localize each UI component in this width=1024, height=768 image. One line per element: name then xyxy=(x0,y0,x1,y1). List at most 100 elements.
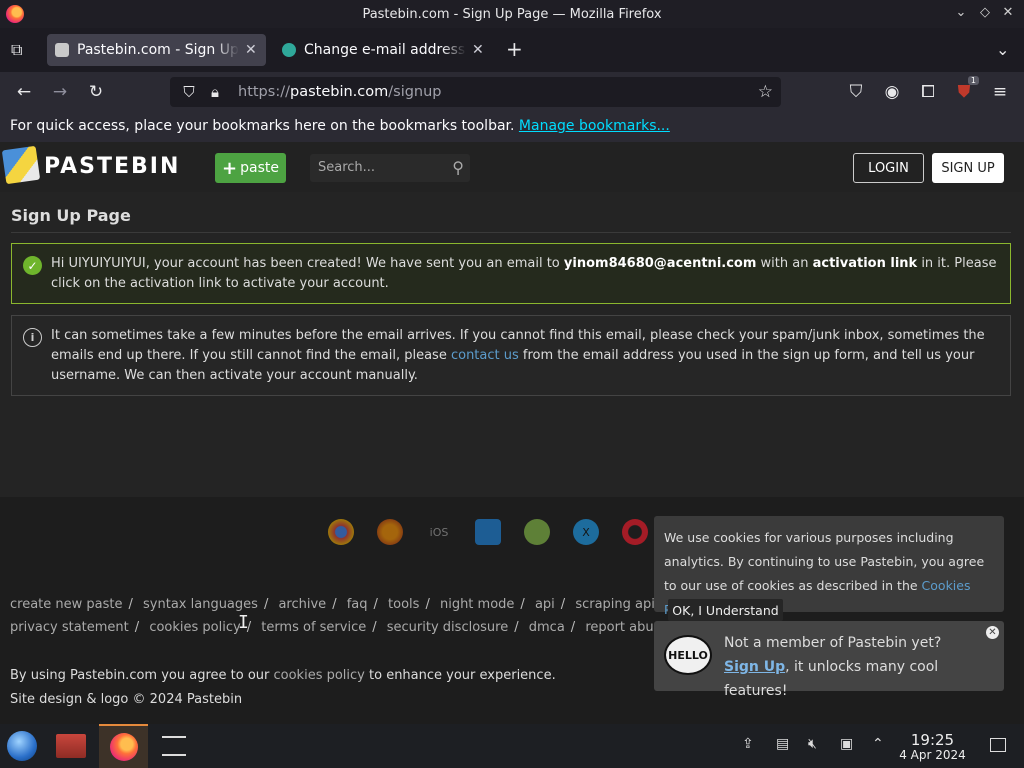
mixer-taskbar-button[interactable] xyxy=(152,728,196,764)
shield-icon[interactable]: ⛉ xyxy=(180,83,198,101)
android-icon[interactable] xyxy=(524,519,550,545)
cookie-consent-text: By using Pastebin.com you agree to our c… xyxy=(10,668,556,683)
footer-link-api[interactable]: api xyxy=(535,597,555,612)
reload-icon[interactable]: ↻ xyxy=(84,82,108,102)
menu-icon[interactable]: ≡ xyxy=(988,82,1012,102)
tab-change-email[interactable]: Change e-mail address - ✕ xyxy=(274,34,492,66)
footer-link-scraping-api[interactable]: scraping api xyxy=(575,597,655,612)
account-icon[interactable]: ◉ xyxy=(880,82,904,102)
pastebin-favicon-icon xyxy=(55,43,69,57)
url-bar[interactable]: ⛉ 🔒︎ https://pastebin.com/signup ☆ xyxy=(170,77,781,107)
close-popup-icon[interactable]: ✕ xyxy=(986,626,999,639)
new-paste-button[interactable]: + paste xyxy=(215,153,286,183)
firefox-icon xyxy=(109,733,138,761)
info-notice: i It can sometimes take a few minutes be… xyxy=(11,315,1011,396)
chrome-icon[interactable] xyxy=(328,519,354,545)
new-tab-icon[interactable]: + xyxy=(506,37,523,61)
ublock-icon[interactable]: ⛊ 1 xyxy=(952,76,979,102)
volume-muted-icon[interactable]: 🔇︎ xyxy=(808,736,817,752)
close-tab-icon[interactable]: ✕ xyxy=(472,42,484,58)
file-manager-button[interactable] xyxy=(49,728,93,764)
url-text[interactable]: https://pastebin.com/signup xyxy=(238,84,442,100)
clipboard-icon[interactable]: ▤ xyxy=(776,736,789,752)
start-orb-icon xyxy=(7,731,37,761)
tab-label: Change e-mail address - xyxy=(304,42,466,58)
footer-link-archive[interactable]: archive xyxy=(278,597,326,612)
cookie-banner: We use cookies for various purposes incl… xyxy=(654,516,1004,617)
pastebin-logo-icon[interactable] xyxy=(1,145,41,185)
web-page: PASTEBIN + paste Search... ⚲ LOGIN SIGN U… xyxy=(0,142,1024,724)
firefox-logo-icon xyxy=(6,5,24,23)
signup-button[interactable]: SIGN UP xyxy=(932,153,1004,183)
promo-text: Not a member of Pastebin yet? Sign Up, i… xyxy=(724,635,942,699)
footer-link-night-mode[interactable]: night mode xyxy=(440,597,514,612)
navigation-bar: ← → ↻ ⛉ 🔒︎ https://pastebin.com/signup ☆… xyxy=(0,72,1024,112)
content-box: Sign Up Page ✓ Hi UIYUIYUIYUI, your acco… xyxy=(0,192,1024,497)
ios-icon[interactable]: iOS xyxy=(426,519,452,545)
windows-icon[interactable] xyxy=(475,519,501,545)
footer-link-new-paste[interactable]: create new paste xyxy=(10,597,123,612)
success-notice: ✓ Hi UIYUIYUIYUI, your account has been … xyxy=(11,243,1011,304)
text-cursor-icon: I xyxy=(238,612,249,633)
footer-link-syntax[interactable]: syntax languages xyxy=(143,597,258,612)
footer-link-faq[interactable]: faq xyxy=(347,597,368,612)
firefox-icon[interactable] xyxy=(377,519,403,545)
maximize-icon[interactable]: ◇ xyxy=(976,5,994,20)
copyright: Site design & logo © 2024 Pastebin xyxy=(10,692,243,707)
footer-link-cookies[interactable]: cookies policy xyxy=(149,620,240,635)
contact-us-link[interactable]: contact us xyxy=(451,348,519,363)
mixer-icon xyxy=(162,736,186,756)
cookies-policy-link[interactable]: cookies policy xyxy=(274,668,365,683)
list-all-tabs-icon[interactable]: ⌄ xyxy=(996,40,1009,59)
lock-icon[interactable]: 🔒︎ xyxy=(206,83,224,101)
manage-bookmarks-link[interactable]: Manage bookmarks... xyxy=(519,118,670,134)
extension-badge: 1 xyxy=(967,76,979,85)
site-header: PASTEBIN + paste Search... ⚲ LOGIN SIGN U… xyxy=(0,142,1024,192)
start-menu-button[interactable] xyxy=(0,728,44,764)
show-desktop-icon[interactable] xyxy=(990,738,1006,752)
divider xyxy=(11,232,1011,233)
x-icon[interactable]: X xyxy=(573,519,599,545)
opera-icon[interactable] xyxy=(622,519,648,545)
minimize-icon[interactable]: ⌄ xyxy=(952,5,970,20)
footer-link-security[interactable]: security disclosure xyxy=(387,620,508,635)
clock-date: 4 Apr 2024 xyxy=(899,748,966,762)
page-title: Sign Up Page xyxy=(11,206,131,225)
clock-time: 19:25 xyxy=(910,731,955,749)
plus-icon: + xyxy=(222,157,238,179)
bookmarks-toolbar: For quick access, place your bookmarks h… xyxy=(0,112,1024,142)
cookie-accept-button[interactable]: OK, I Understand xyxy=(668,599,783,621)
site-logo-text[interactable]: PASTEBIN xyxy=(44,154,180,179)
keyboard-layout-icon[interactable]: ▣ xyxy=(840,736,853,752)
bookmarks-hint: For quick access, place your bookmarks h… xyxy=(10,118,515,134)
login-button[interactable]: LOGIN xyxy=(853,153,924,183)
pocket-icon[interactable]: ⛉ xyxy=(844,82,868,102)
window-titlebar: Pastebin.com - Sign Up Page — Mozilla Fi… xyxy=(0,0,1024,28)
footer-link-terms[interactable]: terms of service xyxy=(261,620,366,635)
updates-icon[interactable]: ⇪ xyxy=(742,736,754,752)
footer-link-dmca[interactable]: dmca xyxy=(529,620,565,635)
clock[interactable]: 19:25 4 Apr 2024 xyxy=(895,732,970,762)
taskbar: ⇪ ▤ 🔇︎ ▣ ⌃ 19:25 4 Apr 2024 xyxy=(0,724,1024,768)
folder-icon xyxy=(56,734,86,758)
search-input[interactable]: Search... ⚲ xyxy=(310,154,470,182)
site-favicon-icon xyxy=(282,43,296,57)
firefox-taskbar-button[interactable] xyxy=(99,724,148,768)
search-placeholder: Search... xyxy=(318,160,376,175)
extensions-icon[interactable]: ⧠ xyxy=(916,82,940,102)
footer-link-privacy[interactable]: privacy statement xyxy=(10,620,129,635)
tab-pastebin-signup[interactable]: Pastebin.com - Sign Up Page ✕ xyxy=(47,34,266,66)
forward-icon[interactable]: → xyxy=(48,82,72,102)
show-hidden-icons[interactable]: ⌃ xyxy=(872,736,884,752)
footer-link-tools[interactable]: tools xyxy=(388,597,419,612)
close-tab-icon[interactable]: ✕ xyxy=(245,42,257,58)
back-icon[interactable]: ← xyxy=(12,82,36,102)
tab-manager-icon[interactable]: ⧉ xyxy=(11,40,22,60)
email-address: yinom84680@acentni.com xyxy=(563,256,757,271)
window-title: Pastebin.com - Sign Up Page — Mozilla Fi… xyxy=(362,6,662,22)
search-icon[interactable]: ⚲ xyxy=(452,158,464,177)
bookmark-star-icon[interactable]: ☆ xyxy=(758,82,773,102)
footer-links-row2: privacy statement / cookies policy / terms… xyxy=(10,620,669,635)
promo-signup-link[interactable]: Sign Up xyxy=(724,659,785,675)
close-window-icon[interactable]: ✕ xyxy=(999,5,1017,20)
